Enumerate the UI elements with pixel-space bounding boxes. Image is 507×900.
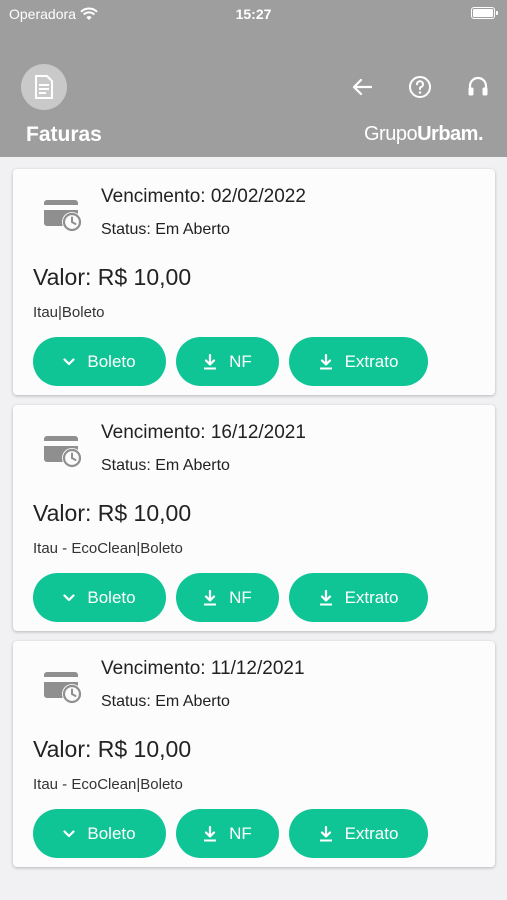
due-date: Vencimento: 11/12/2021 <box>101 658 305 679</box>
help-button[interactable] <box>407 74 433 100</box>
status-time: 15:27 <box>235 6 272 22</box>
card-clock-icon <box>44 200 82 232</box>
chevron-down-icon <box>63 357 75 365</box>
invoice-card: Vencimento: 02/02/2022 Status: Em Aberto… <box>13 169 495 395</box>
boleto-button[interactable]: Boleto <box>33 573 166 622</box>
help-icon <box>409 76 431 98</box>
invoice-card: Vencimento: 11/12/2021 Status: Em Aberto… <box>13 641 495 867</box>
back-button[interactable] <box>349 74 375 100</box>
invoice-amount: Valor: R$ 10,00 <box>33 736 192 762</box>
boleto-button-label: Boleto <box>87 823 136 843</box>
chevron-down-icon <box>63 829 75 837</box>
nf-download-button[interactable]: NF <box>176 573 279 622</box>
app-header: Operadora 15:27 Faturas GrupoUrbam. <box>0 0 507 157</box>
status-bar: Operadora 15:27 <box>0 0 507 30</box>
invoice-status: Status: Em Aberto <box>101 693 230 710</box>
boleto-button[interactable]: Boleto <box>33 809 166 858</box>
download-icon <box>204 353 217 369</box>
download-icon <box>204 825 217 841</box>
invoice-actions: Boleto NF Extrato <box>33 337 428 386</box>
nf-download-button[interactable]: NF <box>176 337 279 386</box>
invoice-status: Status: Em Aberto <box>101 457 230 474</box>
extrato-button-label: Extrato <box>344 587 399 607</box>
extrato-download-button[interactable]: Extrato <box>289 809 428 858</box>
invoice-card: Vencimento: 16/12/2021 Status: Em Aberto… <box>13 405 495 631</box>
extrato-button-label: Extrato <box>344 351 399 371</box>
due-date: Vencimento: 02/02/2022 <box>101 186 306 207</box>
nf-button-label: NF <box>229 823 252 843</box>
card-clock-icon <box>44 672 82 704</box>
download-icon <box>319 589 332 605</box>
download-icon <box>204 589 217 605</box>
invoice-status: Status: Em Aberto <box>101 221 230 238</box>
payment-method: Itau|Boleto <box>33 304 105 321</box>
invoice-actions: Boleto NF Extrato <box>33 573 428 622</box>
payment-method: Itau - EcoClean|Boleto <box>33 776 183 793</box>
extrato-download-button[interactable]: Extrato <box>289 337 428 386</box>
download-icon <box>319 825 332 841</box>
extrato-download-button[interactable]: Extrato <box>289 573 428 622</box>
card-clock-icon <box>44 436 82 468</box>
nf-button-label: NF <box>229 587 252 607</box>
header-actions <box>349 74 491 100</box>
boleto-button-label: Boleto <box>87 587 136 607</box>
back-arrow-icon <box>352 78 372 96</box>
battery-icon <box>471 7 498 19</box>
payment-method: Itau - EcoClean|Boleto <box>33 540 183 557</box>
nf-button-label: NF <box>229 351 252 371</box>
page-title: Faturas <box>26 123 102 146</box>
boleto-button[interactable]: Boleto <box>33 337 166 386</box>
download-icon <box>319 353 332 369</box>
invoice-list: Vencimento: 02/02/2022 Status: Em Aberto… <box>13 169 495 877</box>
brand-logo: GrupoUrbam. <box>364 123 483 145</box>
document-icon <box>35 75 53 99</box>
invoice-amount: Valor: R$ 10,00 <box>33 500 192 526</box>
support-button[interactable] <box>465 74 491 100</box>
document-avatar <box>21 64 67 110</box>
extrato-button-label: Extrato <box>344 823 399 843</box>
due-date: Vencimento: 16/12/2021 <box>101 422 306 443</box>
chevron-down-icon <box>63 593 75 601</box>
invoice-actions: Boleto NF Extrato <box>33 809 428 858</box>
headset-icon <box>468 76 488 96</box>
nf-download-button[interactable]: NF <box>176 809 279 858</box>
invoice-amount: Valor: R$ 10,00 <box>33 264 192 290</box>
boleto-button-label: Boleto <box>87 351 136 371</box>
